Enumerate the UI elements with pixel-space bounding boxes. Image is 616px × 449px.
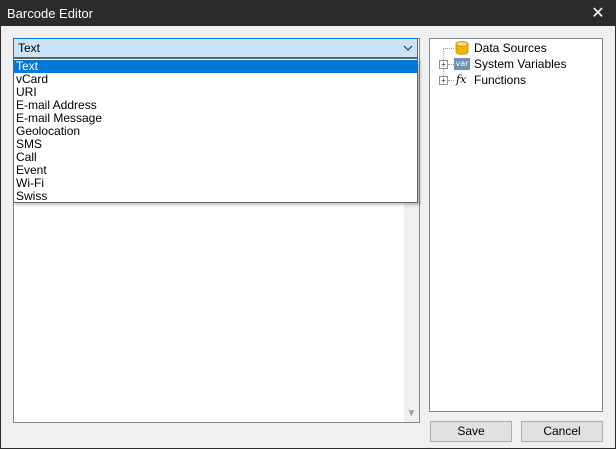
expand-plus-icon[interactable]: + — [439, 76, 448, 85]
dropdown-option[interactable]: vCard — [14, 73, 417, 86]
dropdown-option[interactable]: SMS — [14, 138, 417, 151]
close-button[interactable]: ✕ — [581, 1, 615, 26]
tree-item-system-variables[interactable]: + var System Variables — [430, 56, 602, 72]
chevron-down-icon[interactable] — [402, 42, 414, 54]
tree-connector-line — [448, 80, 454, 81]
tree-connector-line — [443, 48, 454, 49]
dropdown-option[interactable]: Text — [14, 60, 417, 73]
data-tree-panel: Data Sources + var System Variables + fx… — [429, 38, 603, 412]
tree-item-data-sources[interactable]: Data Sources — [430, 40, 602, 56]
dropdown-option[interactable]: Call — [14, 151, 417, 164]
database-icon — [455, 41, 469, 55]
tree-item-label: System Variables — [474, 57, 567, 71]
expand-plus-icon[interactable]: + — [439, 60, 448, 69]
dropdown-option[interactable]: Swiss — [14, 190, 417, 203]
dropdown-option[interactable]: Geolocation — [14, 125, 417, 138]
function-icon: fx — [456, 73, 467, 86]
var-icon: var — [454, 58, 470, 70]
title-bar[interactable]: Barcode Editor ✕ — [1, 1, 615, 26]
tree-item-label: Data Sources — [474, 41, 547, 55]
dropdown-option[interactable]: Wi-Fi — [14, 177, 417, 190]
dropdown-option[interactable]: Event — [14, 164, 417, 177]
barcode-type-dropdown-list: Text vCard URI E-mail Address E-mail Message… — [13, 58, 418, 203]
window-title: Barcode Editor — [7, 6, 93, 21]
tree-item-label: Functions — [474, 73, 527, 87]
save-button[interactable]: Save — [430, 421, 512, 442]
scroll-down-arrow-icon[interactable]: ▼ — [404, 408, 419, 420]
barcode-type-selected-value: Text — [18, 41, 41, 55]
tree-item-functions[interactable]: + fx Functions — [430, 72, 602, 88]
barcode-type-combo[interactable]: Text — [13, 38, 418, 58]
cancel-button[interactable]: Cancel — [521, 421, 603, 442]
